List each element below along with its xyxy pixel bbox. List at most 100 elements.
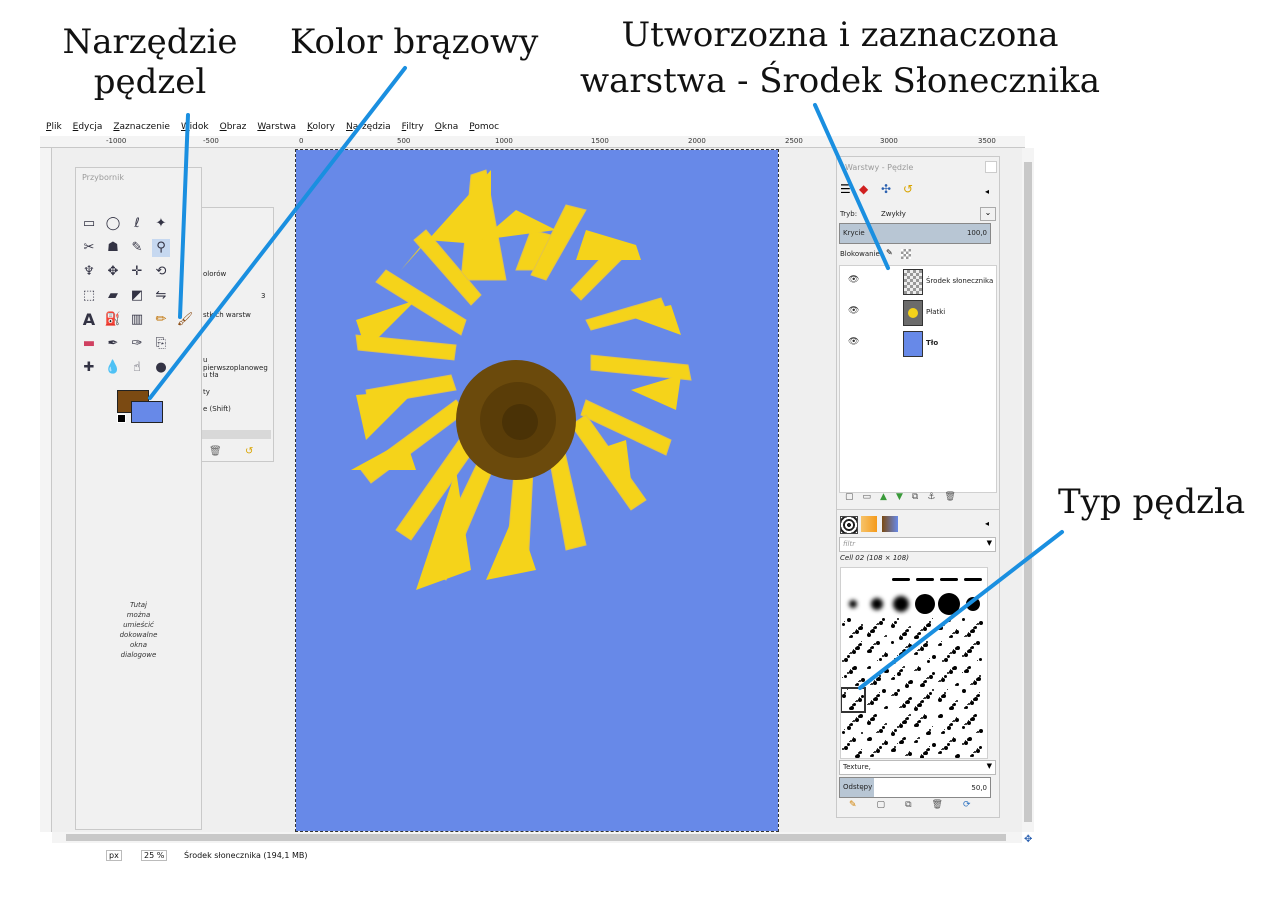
brush-preview[interactable] bbox=[841, 687, 866, 713]
menu-narzedzia[interactable]: Narzędzia bbox=[346, 122, 391, 132]
move-icon[interactable]: ✥ bbox=[104, 263, 122, 281]
patterns-tab-icon[interactable] bbox=[861, 516, 877, 532]
scale-icon[interactable]: ⬚ bbox=[80, 287, 98, 305]
tag-dropdown-icon[interactable]: ▼ bbox=[987, 762, 992, 770]
menu-pomoc[interactable]: Pomoc bbox=[469, 122, 499, 132]
dodge-burn-icon[interactable]: ● bbox=[152, 359, 170, 377]
layer-row-tlo[interactable]: 👁 Tło bbox=[840, 328, 996, 358]
brush-preview[interactable] bbox=[866, 665, 889, 687]
brush-preview[interactable] bbox=[914, 641, 936, 663]
crop-icon[interactable]: ✛ bbox=[128, 263, 146, 281]
menu-kolory[interactable]: Kolory bbox=[307, 122, 335, 132]
fuzzy-select-icon[interactable]: ✦ bbox=[152, 215, 170, 233]
brush-preview[interactable] bbox=[842, 617, 864, 639]
text-tool-icon[interactable]: A bbox=[80, 311, 98, 329]
brush-preview[interactable] bbox=[914, 593, 936, 615]
anchor-icon[interactable]: ⚓ bbox=[927, 492, 944, 502]
menu-obraz[interactable]: Obraz bbox=[220, 122, 247, 132]
scissors-icon[interactable]: ✂ bbox=[80, 239, 98, 257]
brush-preview[interactable] bbox=[890, 641, 912, 664]
brush-preview[interactable] bbox=[962, 641, 984, 663]
tab-menu-icon[interactable]: ◂ bbox=[985, 187, 989, 196]
mode-select[interactable]: Zwykły bbox=[881, 210, 906, 218]
ink-icon[interactable]: ✑ bbox=[128, 335, 146, 353]
brush-preview[interactable] bbox=[914, 689, 936, 711]
undo-tab-icon[interactable]: ↺ bbox=[903, 182, 913, 196]
channels-tab-icon[interactable]: ◆ bbox=[859, 182, 868, 196]
new-layer-icon[interactable]: ▢ bbox=[845, 492, 863, 502]
lower-layer-icon[interactable]: ▼ bbox=[896, 492, 912, 502]
brush-preview[interactable] bbox=[866, 713, 888, 735]
brush-grid[interactable] bbox=[840, 567, 988, 759]
brush-preview[interactable] bbox=[938, 737, 960, 758]
brush-preview[interactable] bbox=[890, 689, 912, 711]
visibility-eye-icon[interactable]: 👁 bbox=[848, 337, 859, 347]
brush-preview[interactable] bbox=[962, 617, 984, 639]
brush-preview[interactable] bbox=[962, 689, 984, 711]
color-picker-icon[interactable]: ⚲ bbox=[152, 239, 170, 257]
visibility-eye-icon[interactable]: 👁 bbox=[848, 275, 859, 285]
menu-plik[interactable]: Plik bbox=[46, 122, 62, 132]
horizontal-ruler[interactable]: -1000 -500 0 500 1000 1500 2000 2500 300… bbox=[40, 136, 1025, 148]
brush-preview[interactable] bbox=[866, 641, 888, 663]
horizontal-scrollbar[interactable] bbox=[52, 832, 1022, 843]
brush-preview[interactable] bbox=[842, 737, 864, 758]
perspective-icon[interactable]: ◩ bbox=[128, 287, 146, 305]
scrollbar[interactable] bbox=[201, 430, 271, 439]
brush-preview[interactable] bbox=[842, 593, 864, 615]
brush-preview[interactable] bbox=[914, 665, 936, 687]
delete-layer-icon[interactable]: 🗑 bbox=[944, 492, 964, 502]
default-colors-icon[interactable] bbox=[117, 414, 126, 423]
brushes-tab-icon[interactable] bbox=[840, 516, 858, 534]
brush-preview[interactable] bbox=[938, 617, 960, 639]
mode-dropdown-icon[interactable]: ⌄ bbox=[980, 207, 996, 221]
menu-zaznaczenie[interactable]: Zaznaczenie bbox=[113, 122, 170, 132]
ellipse-select-icon[interactable]: ◯ bbox=[104, 215, 122, 233]
brush-preview[interactable] bbox=[890, 617, 912, 640]
unit-select[interactable]: px bbox=[106, 850, 122, 861]
brush-preview[interactable] bbox=[890, 737, 912, 758]
paths-tab-icon[interactable]: ✣ bbox=[881, 182, 891, 196]
brush-preview[interactable] bbox=[890, 593, 912, 615]
background-color[interactable] bbox=[131, 401, 163, 423]
brush-preview[interactable] bbox=[962, 665, 984, 687]
shear-icon[interactable]: ▰ bbox=[104, 287, 122, 305]
layers-tab-icon[interactable]: ☰ bbox=[840, 182, 851, 196]
layer-row-platki[interactable]: 👁 Płatki bbox=[840, 297, 996, 327]
paintbrush-icon[interactable]: 🖌 bbox=[176, 311, 194, 329]
brush-preview[interactable] bbox=[938, 713, 960, 735]
menu-widok[interactable]: Widok bbox=[181, 122, 209, 132]
menu-warstwa[interactable]: Warstwa bbox=[257, 122, 296, 132]
brush-preview[interactable] bbox=[890, 665, 913, 688]
brush-preview[interactable] bbox=[914, 569, 936, 591]
menu-okna[interactable]: Okna bbox=[435, 122, 459, 132]
paths-icon[interactable]: ✎ bbox=[128, 239, 146, 257]
duplicate-layer-icon[interactable]: ⧉ bbox=[912, 492, 927, 502]
brush-tag-input[interactable]: Texture, ▼ bbox=[839, 760, 996, 775]
brush-preview[interactable] bbox=[914, 617, 936, 639]
raise-layer-icon[interactable]: ▲ bbox=[880, 492, 896, 502]
filter-dropdown-icon[interactable]: ▼ bbox=[987, 539, 992, 547]
brush-preview[interactable] bbox=[866, 569, 888, 591]
brush-preview[interactable] bbox=[962, 713, 984, 735]
brush-preview[interactable] bbox=[842, 641, 864, 663]
brush-preview[interactable] bbox=[938, 593, 960, 615]
rect-select-icon[interactable]: ▭ bbox=[80, 215, 98, 233]
brush-preview[interactable] bbox=[962, 593, 984, 615]
duplicate-brush-icon[interactable]: ⧉ bbox=[905, 800, 931, 810]
brush-preview[interactable] bbox=[938, 569, 960, 591]
brush-preview[interactable] bbox=[842, 713, 864, 735]
menu-filtry[interactable]: Filtry bbox=[402, 122, 424, 132]
vertical-ruler[interactable] bbox=[40, 148, 52, 832]
image-canvas[interactable] bbox=[295, 149, 779, 832]
zoom-select[interactable]: 25 % bbox=[141, 850, 168, 861]
brush-preview[interactable] bbox=[890, 569, 912, 591]
brush-preview[interactable] bbox=[866, 617, 888, 639]
opacity-slider[interactable]: Krycie 100,0 bbox=[839, 223, 991, 244]
brush-preview[interactable] bbox=[866, 737, 888, 758]
edit-brush-icon[interactable]: ✎ bbox=[849, 800, 877, 810]
menu-edycja[interactable]: Edycja bbox=[73, 122, 103, 132]
blur-icon[interactable]: 💧 bbox=[104, 359, 122, 377]
reset-icon[interactable]: ↺ bbox=[245, 446, 253, 457]
new-brush-icon[interactable]: ▢ bbox=[877, 800, 906, 810]
